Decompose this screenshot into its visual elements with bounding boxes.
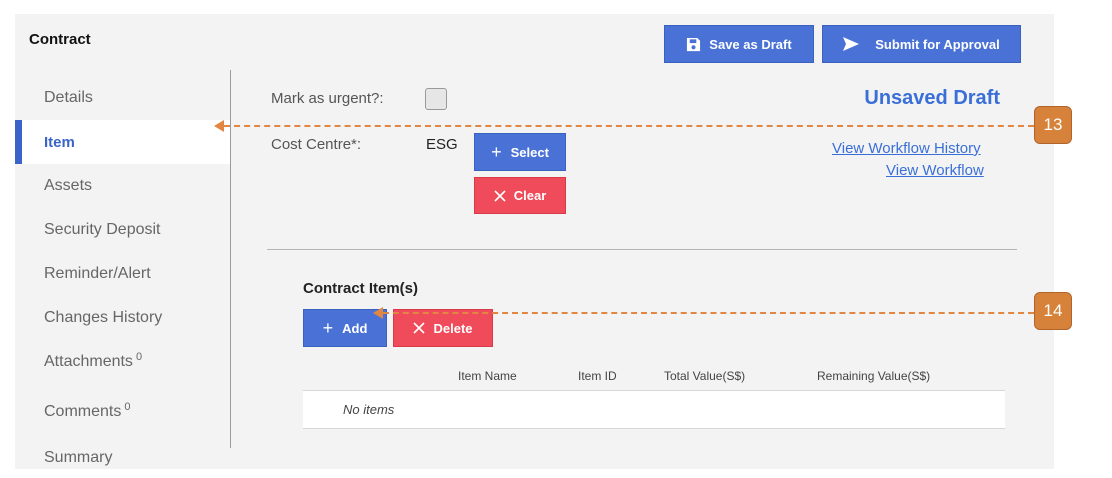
column-header-remaining-value: Remaining Value(S$) (817, 369, 931, 383)
sidebar-item-label: Summary (44, 449, 113, 466)
x-icon (413, 322, 426, 334)
callout-14-badge: 14 (1034, 292, 1072, 330)
cost-centre-label: Cost Centre*: (271, 136, 362, 153)
column-header-item-id: Item ID (578, 369, 617, 383)
cost-centre-value: ESG (426, 136, 458, 153)
page-title: Contract (29, 31, 91, 48)
urgent-checkbox[interactable] (425, 88, 447, 110)
urgent-label: Mark as urgent?: (271, 90, 384, 107)
sidebar-item-item[interactable]: Item (15, 120, 230, 164)
sidebar-item-summary[interactable]: Summary (15, 436, 230, 478)
column-header-item-name: Item Name (458, 369, 517, 383)
sidebar-item-label: Item (44, 133, 75, 151)
callout-14-line (383, 312, 1034, 314)
draft-status-label: Unsaved Draft (864, 87, 1000, 109)
sidebar-item-assets[interactable]: Assets (15, 164, 230, 208)
callout-13-badge: 13 (1034, 106, 1072, 144)
callout-13-arrowhead (214, 120, 224, 132)
save-as-draft-button[interactable]: Save as Draft (664, 25, 814, 63)
empty-table-message: No items (343, 402, 395, 417)
sidebar-item-label: Comments (44, 403, 122, 420)
sidebar-item-label: Changes History (44, 309, 163, 326)
clear-cost-centre-button[interactable]: Clear (474, 177, 566, 214)
delete-label: Delete (433, 320, 473, 336)
sidebar-item-attachments[interactable]: Attachments 0 (15, 340, 230, 384)
sidebar-item-changes-history[interactable]: Changes History (15, 296, 230, 340)
floppy-disk-icon (686, 37, 701, 52)
contract-items-title: Contract Item(s) (303, 280, 419, 297)
attachments-count-badge: 0 (135, 351, 143, 363)
x-icon (494, 189, 506, 202)
sidebar-nav: Details Item Assets Security Deposit Rem… (15, 76, 230, 470)
sidebar-item-label: Attachments (44, 353, 133, 370)
sidebar-item-comments[interactable]: Comments 0 (15, 390, 230, 434)
delete-item-button[interactable]: Delete (393, 309, 493, 347)
items-table-header: Item Name Item ID Total Value(S$) Remain… (303, 364, 1005, 390)
plus-icon: + (491, 141, 502, 162)
items-table-body: No items (303, 390, 1005, 429)
sidebar-item-details[interactable]: Details (15, 76, 230, 120)
add-label: Add (342, 320, 368, 336)
submit-for-approval-button[interactable]: Submit for Approval (822, 25, 1021, 63)
callout-13-line (224, 125, 1034, 127)
view-workflow-history-link[interactable]: View Workflow History (832, 140, 981, 157)
sidebar-item-label: Reminder/Alert (44, 265, 151, 282)
callout-14-arrowhead (373, 307, 383, 319)
view-workflow-link[interactable]: View Workflow (886, 162, 984, 179)
send-arrow-icon (843, 37, 860, 51)
select-label: Select (510, 144, 549, 160)
plus-icon: + (322, 317, 334, 338)
clear-label: Clear (513, 188, 547, 203)
save-as-draft-label: Save as Draft (709, 36, 792, 52)
sidebar-item-label: Assets (44, 177, 93, 194)
sidebar-item-label: Details (44, 89, 93, 106)
sidebar-item-security-deposit[interactable]: Security Deposit (15, 208, 230, 252)
sidebar-item-label: Security Deposit (44, 221, 161, 238)
section-divider (267, 249, 1017, 250)
sidebar-item-reminder-alert[interactable]: Reminder/Alert (15, 252, 230, 296)
select-cost-centre-button[interactable]: + Select (474, 133, 566, 171)
submit-for-approval-label: Submit for Approval (875, 36, 1000, 52)
column-header-total-value: Total Value(S$) (664, 369, 746, 383)
comments-count-badge: 0 (124, 401, 131, 413)
